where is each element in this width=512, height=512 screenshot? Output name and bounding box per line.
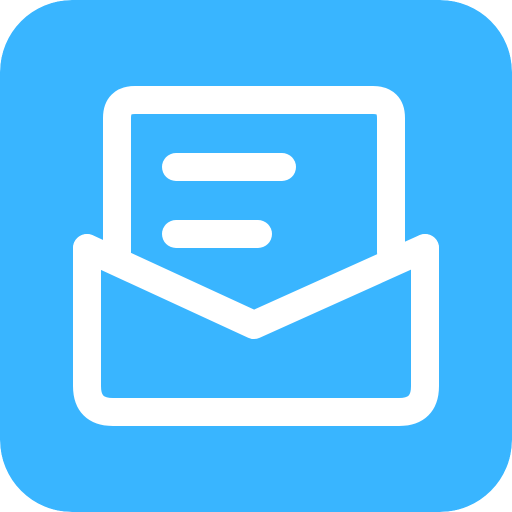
open-envelope-letter-icon bbox=[0, 0, 512, 512]
app-icon[interactable] bbox=[0, 0, 512, 512]
